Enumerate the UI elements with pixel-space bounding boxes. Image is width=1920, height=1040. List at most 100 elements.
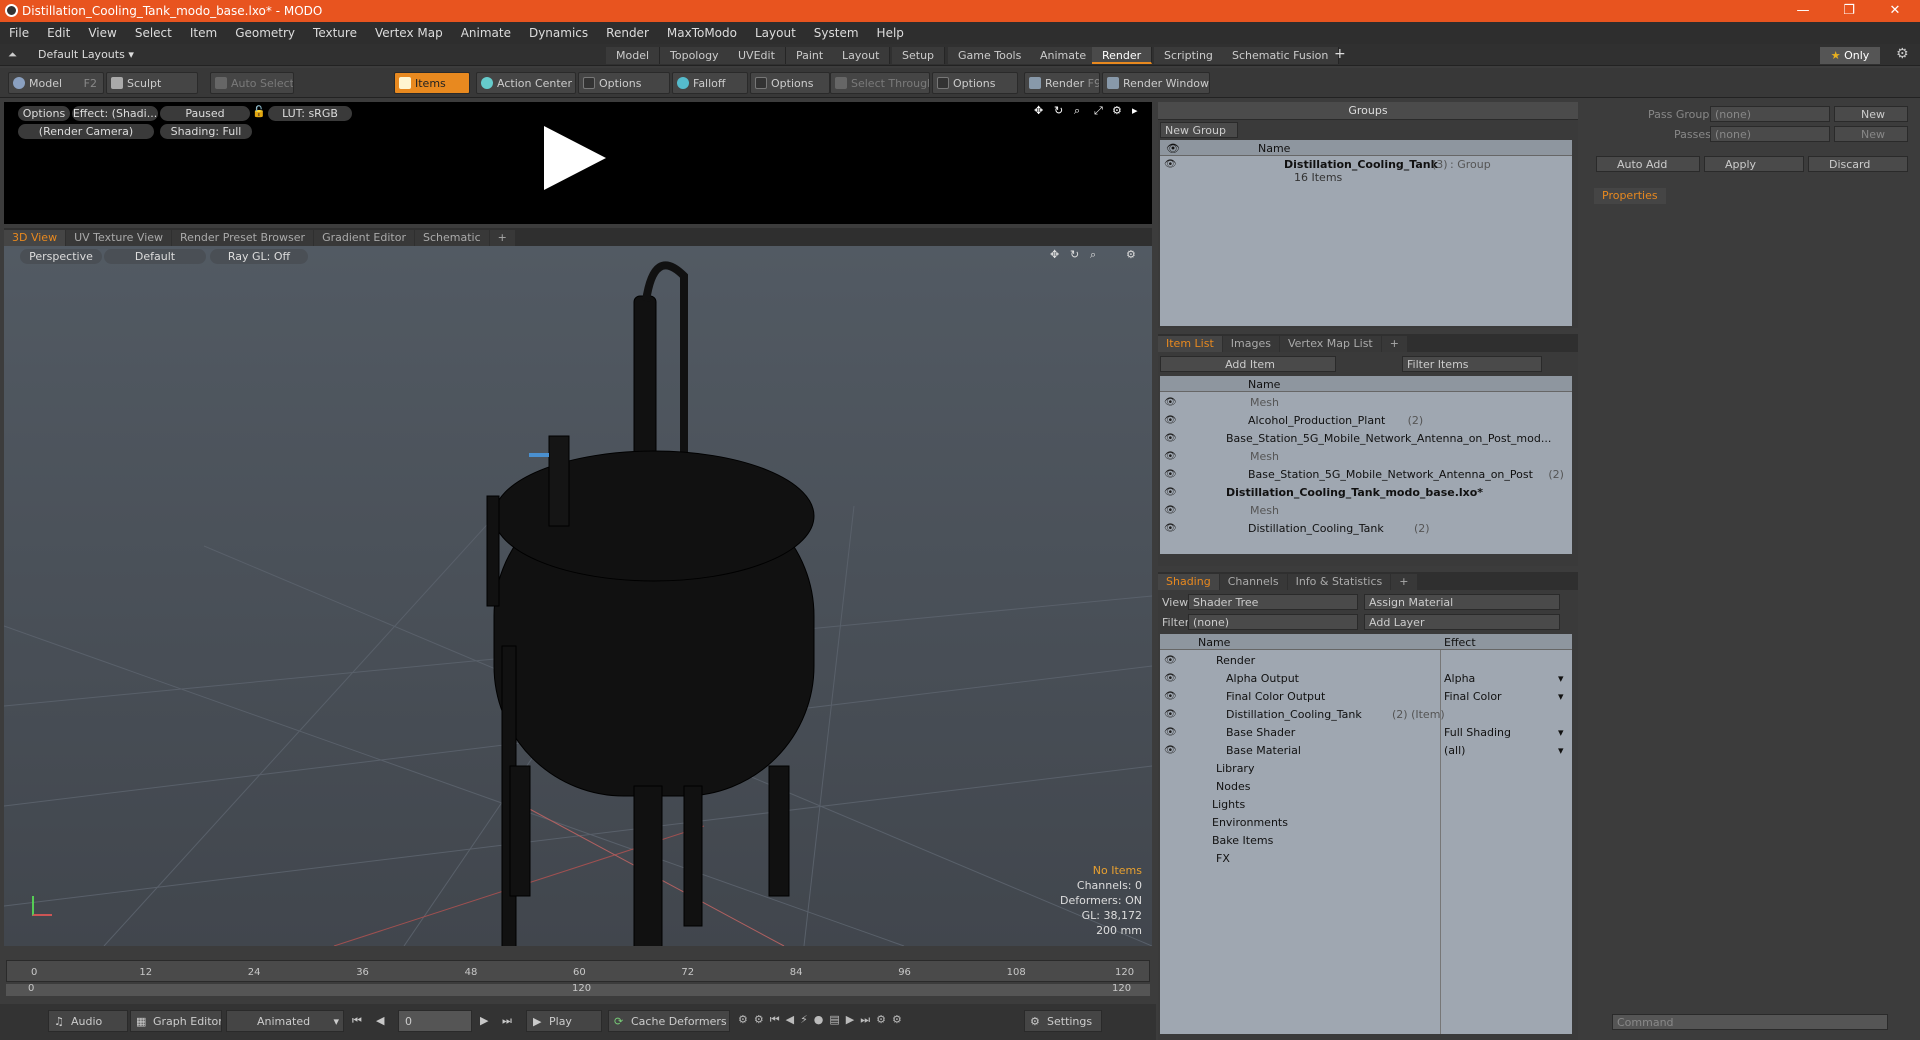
preview-paused-button[interactable]: Paused bbox=[160, 106, 250, 121]
timeline-range[interactable]: 0 120 120 bbox=[6, 983, 1150, 996]
tab[interactable]: Render Preset Browser bbox=[172, 230, 314, 246]
eye-icon[interactable]: 👁 bbox=[1164, 484, 1177, 502]
go-end-icon[interactable]: ⏭ bbox=[502, 1014, 512, 1028]
close-icon[interactable]: ✕ bbox=[1876, 0, 1914, 22]
layout-up-icon[interactable]: ⏶ bbox=[8, 48, 17, 62]
shader-row[interactable]: 👁 Base Shader Full Shading ▾ bbox=[1160, 724, 1572, 742]
preview-zoom-icon[interactable]: ⌕ bbox=[1074, 104, 1080, 118]
chevron-down-icon[interactable]: ▾ bbox=[1558, 670, 1564, 688]
add-tab-icon[interactable]: + bbox=[1391, 574, 1417, 590]
menu-item[interactable]: Select bbox=[126, 26, 181, 40]
add-item-dropdown[interactable]: Add Item bbox=[1160, 356, 1336, 372]
tab[interactable]: Channels bbox=[1219, 574, 1287, 590]
add-layout-icon[interactable]: + bbox=[1334, 46, 1346, 62]
layout-tab[interactable]: Render bbox=[1092, 47, 1153, 64]
menu-item[interactable]: Help bbox=[868, 26, 913, 40]
eye-icon[interactable]: 👁 bbox=[1164, 724, 1177, 742]
eye-icon[interactable]: 👁 bbox=[1164, 688, 1177, 706]
tab[interactable]: Shading bbox=[1158, 574, 1219, 590]
group-row[interactable]: 👁 Distillation_Cooling_Tank (3) : Group … bbox=[1160, 156, 1572, 186]
eye-icon[interactable]: 👁 bbox=[1164, 156, 1177, 174]
menu-item[interactable]: Animate bbox=[452, 26, 520, 40]
tab[interactable]: Gradient Editor bbox=[314, 230, 414, 246]
eye-icon[interactable]: 👁 bbox=[1164, 670, 1177, 688]
groups-list[interactable]: Name 👁 👁 Distillation_Cooling_Tank (3) :… bbox=[1160, 140, 1572, 326]
discard-button[interactable]: Discard bbox=[1808, 156, 1908, 172]
shader-row[interactable]: 👁 Base Material (all) ▾ bbox=[1160, 742, 1572, 760]
layout-tab[interactable]: Schematic Fusion bbox=[1222, 47, 1340, 64]
filter-items-input[interactable]: Filter Items bbox=[1402, 356, 1542, 372]
chevron-down-icon[interactable]: ▾ bbox=[1558, 742, 1564, 760]
minimize-icon[interactable]: — bbox=[1784, 0, 1822, 22]
menu-item[interactable]: Vertex Map bbox=[366, 26, 452, 40]
shader-row[interactable]: 👁 Final Color Output Final Color ▾ bbox=[1160, 688, 1572, 706]
menu-item[interactable]: Geometry bbox=[226, 26, 304, 40]
chevron-down-icon[interactable]: ▾ bbox=[1558, 724, 1564, 742]
layout-tab[interactable]: Model bbox=[606, 47, 661, 64]
layout-tab[interactable]: Game Tools bbox=[948, 47, 1033, 64]
menu-item[interactable]: Dynamics bbox=[520, 26, 597, 40]
tab[interactable]: Item List bbox=[1158, 336, 1222, 352]
eye-icon[interactable]: 👁 bbox=[1164, 466, 1177, 484]
list-item[interactable]: 👁 Distillation_Cooling_Tank_modo_base.lxo… bbox=[1160, 484, 1572, 502]
list-item[interactable]: 👁 Mesh bbox=[1160, 448, 1572, 466]
list-item[interactable]: 👁 Distillation_Cooling_Tank (2) bbox=[1160, 520, 1572, 538]
timeline-ruler[interactable]: 0 12 24 36 48 60 72 84 96 108 120 bbox=[6, 960, 1150, 982]
eye-icon[interactable]: 👁 bbox=[1164, 412, 1177, 430]
eye-icon[interactable]: 👁 bbox=[1164, 430, 1177, 448]
new-pass-group-button[interactable]: New bbox=[1834, 106, 1908, 122]
items-mode-button[interactable]: Items bbox=[394, 72, 470, 94]
select-through-options-button[interactable]: Options bbox=[932, 72, 1018, 94]
layout-tab[interactable]: Layout bbox=[832, 47, 891, 64]
tab[interactable]: 3D View bbox=[4, 230, 66, 246]
shader-effect[interactable]: (all) bbox=[1444, 742, 1465, 760]
lock-icon[interactable]: 🔓 bbox=[252, 105, 266, 118]
tab[interactable]: UV Texture View bbox=[66, 230, 172, 246]
eye-icon[interactable]: 👁 bbox=[1164, 448, 1177, 466]
layout-tab[interactable]: Topology bbox=[660, 47, 730, 64]
falloff-options-button[interactable]: Options bbox=[750, 72, 830, 94]
view-dropdown[interactable]: Shader Tree bbox=[1188, 594, 1358, 610]
auto-add-button[interactable]: Auto Add bbox=[1596, 156, 1700, 172]
auto-select-button[interactable]: Auto Select bbox=[210, 72, 294, 94]
preview-options-button[interactable]: Options bbox=[18, 106, 70, 121]
preview-effect-dropdown[interactable]: Effect: (Shadi... bbox=[72, 106, 158, 121]
menu-item[interactable]: Render bbox=[597, 26, 658, 40]
sculpt-button[interactable]: Sculpt bbox=[106, 72, 198, 94]
eye-icon[interactable]: 👁 bbox=[1164, 706, 1177, 724]
list-item[interactable]: 👁 Base_Station_5G_Mobile_Network_Antenna_… bbox=[1160, 466, 1572, 484]
eye-icon[interactable]: 👁 bbox=[1164, 394, 1177, 412]
menu-item[interactable]: Item bbox=[181, 26, 226, 40]
action-center-options-button[interactable]: Options bbox=[578, 72, 670, 94]
shader-effect[interactable]: Alpha bbox=[1444, 670, 1475, 688]
list-item[interactable]: 👁 Mesh bbox=[1160, 502, 1572, 520]
lut-dropdown[interactable]: LUT: sRGB bbox=[268, 106, 352, 121]
item-list[interactable]: Name 👁 Mesh 👁 Alcohol_Production_Plant (2) 👁 B… bbox=[1160, 376, 1572, 554]
preview-gear-icon[interactable]: ⚙ bbox=[1112, 104, 1122, 117]
menu-item[interactable]: Texture bbox=[304, 26, 366, 40]
preview-arrow-icon[interactable]: ▸ bbox=[1132, 104, 1138, 117]
add-layer-dropdown[interactable]: Add Layer bbox=[1364, 614, 1560, 630]
layout-tab[interactable]: Scripting bbox=[1154, 47, 1224, 64]
list-item[interactable]: 👁 Base_Station_5G_Mobile_Network_Antenna_… bbox=[1160, 430, 1572, 448]
menu-item[interactable]: File bbox=[0, 26, 38, 40]
preview-maximize-icon[interactable]: ⤢ bbox=[1094, 104, 1103, 118]
layout-tab[interactable]: Paint bbox=[786, 47, 835, 64]
shader-row[interactable]: Library bbox=[1160, 760, 1572, 778]
play-button[interactable]: ▶ Play bbox=[526, 1010, 602, 1032]
chevron-down-icon[interactable]: ▾ bbox=[1558, 688, 1564, 706]
shader-row[interactable]: Bake Items bbox=[1160, 832, 1572, 850]
menu-item[interactable]: View bbox=[79, 26, 125, 40]
next-key-icon[interactable]: ▶ bbox=[480, 1014, 488, 1027]
eye-icon[interactable]: 👁 bbox=[1164, 520, 1177, 538]
eye-icon[interactable]: 👁 bbox=[1164, 742, 1177, 760]
render-window-button[interactable]: Render Window bbox=[1102, 72, 1210, 94]
shader-row[interactable]: Lights bbox=[1160, 796, 1572, 814]
menu-item[interactable]: MaxToModo bbox=[658, 26, 746, 40]
shader-effect[interactable]: Full Shading bbox=[1444, 724, 1511, 742]
passes-dropdown[interactable]: (none) bbox=[1710, 126, 1830, 142]
render-camera-dropdown[interactable]: (Render Camera) bbox=[18, 124, 154, 139]
add-tab-icon[interactable]: + bbox=[489, 230, 515, 246]
menu-item[interactable]: Layout bbox=[746, 26, 805, 40]
layout-tab[interactable]: UVEdit bbox=[728, 47, 786, 64]
